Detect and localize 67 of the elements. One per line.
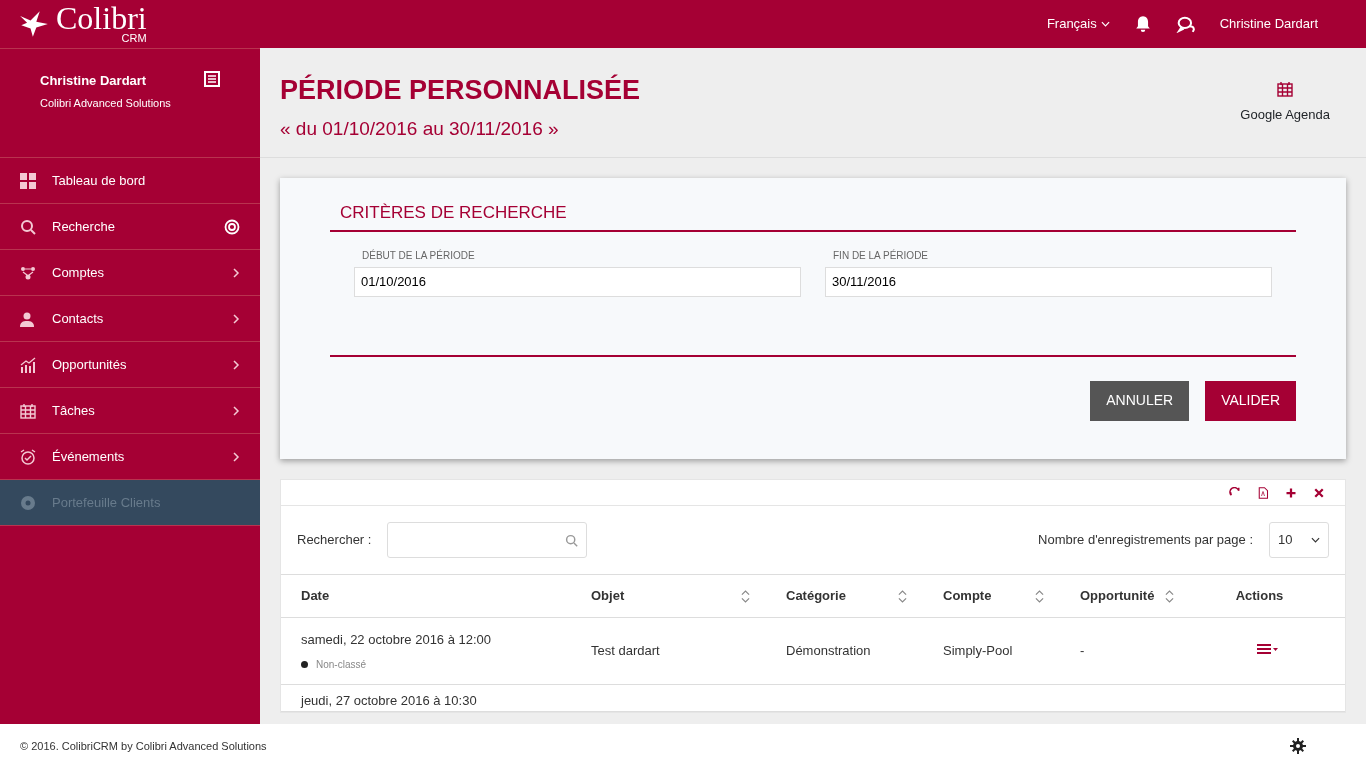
profile-name: Christine Dardart: [40, 72, 148, 90]
bar-chart-icon: [20, 356, 36, 373]
search-field[interactable]: [387, 522, 588, 558]
chevron-right-icon: [232, 313, 240, 324]
actions-menu-icon[interactable]: [1256, 643, 1279, 656]
target-icon: [224, 218, 240, 235]
column-header: Actions: [1235, 587, 1284, 606]
column-header[interactable]: Compte: [943, 586, 1035, 606]
sort-icon[interactable]: [898, 589, 907, 603]
plus-icon[interactable]: [1285, 486, 1297, 499]
date-input-field[interactable]: 30/11/2016: [825, 266, 1272, 297]
cancel-button[interactable]: ANNULER: [1090, 380, 1190, 421]
chevron-down-icon: [1100, 20, 1110, 28]
search-icon: [565, 533, 579, 547]
submit-button[interactable]: VALIDER: [1205, 380, 1296, 421]
page-title: PÉRIODE PERSONNALISÉE: [280, 73, 642, 107]
chevron-down-icon: [1311, 536, 1320, 544]
field-label: DÉBUT DE LA PÉRIODE: [361, 248, 476, 263]
chevron-right-icon: [232, 359, 240, 370]
column-header[interactable]: Opportunité: [1080, 586, 1165, 606]
sidebar-item[interactable]: Comptes: [0, 250, 260, 296]
calendar-icon: [20, 402, 36, 419]
search-icon: [20, 218, 36, 235]
bell-icon[interactable]: [1133, 15, 1152, 33]
language-dropdown[interactable]: Français: [1046, 14, 1110, 34]
column-header[interactable]: Catégorie: [786, 586, 898, 606]
sidebar-item[interactable]: Recherche: [0, 204, 260, 250]
sidebar-item[interactable]: Tableau de bord: [0, 158, 260, 204]
pdf-file-icon[interactable]: [1257, 486, 1269, 499]
date-range-subtitle: « du 01/10/2016 au 30/11/2016 »: [280, 116, 560, 141]
table-cell-text: jeudi, 27 octobre 2016 à 10:30: [301, 692, 478, 710]
chevron-right-icon: [232, 267, 240, 278]
profile-card-icon[interactable]: [204, 71, 220, 87]
table-cell: Simply-Pool: [943, 643, 1013, 659]
alarm-clock-icon: [20, 448, 36, 465]
table-cell: Démonstration: [786, 643, 871, 659]
section-title: CRITÈRES DE RECHERCHE: [330, 200, 1296, 232]
chevron-right-icon: [232, 451, 240, 462]
table-cell-text: samedi, 22 octobre 2016 à 12:00: [301, 630, 493, 649]
field-label: FIN DE LA PÉRIODE: [832, 248, 930, 263]
settings-icon[interactable]: [1290, 738, 1306, 754]
copyright-text: © 2016. ColibriCRM by Colibri Advanced Solutions: [20, 738, 267, 754]
user-name-link[interactable]: Christine Dardart: [1219, 14, 1318, 34]
calendar-icon: [1277, 80, 1294, 97]
colibricrm-link[interactable]: ColibriCRM: [61, 739, 118, 752]
column-header[interactable]: Objet: [591, 586, 741, 606]
grid-icon: [20, 172, 36, 189]
google-agenda-link[interactable]: Google Agenda: [1240, 80, 1330, 125]
chat-bubbles-icon[interactable]: [1175, 15, 1196, 33]
close-icon[interactable]: [1313, 486, 1325, 499]
table-cell: Test dardart: [591, 643, 660, 659]
sidebar-item[interactable]: Tâches: [0, 388, 260, 434]
sidebar-item[interactable]: Contacts: [0, 296, 260, 342]
page-size-label: Nombre d'enregistrements par page :: [1038, 531, 1253, 550]
column-header: Date: [301, 587, 331, 606]
date-input-field[interactable]: 01/10/2016: [354, 266, 801, 297]
category-tag: Non-classé: [316, 657, 367, 673]
chevron-right-icon: [232, 405, 240, 416]
sort-icon[interactable]: [1165, 589, 1174, 603]
company-link[interactable]: Colibri Advanced Solutions: [135, 739, 267, 752]
sort-icon[interactable]: [1035, 589, 1044, 603]
search-label: Rechercher :: [297, 531, 372, 550]
sort-icon[interactable]: [741, 589, 750, 603]
sidebar-item[interactable]: Opportunités: [0, 342, 260, 388]
table-cell: -: [1080, 643, 1085, 659]
page-size-select[interactable]: 10: [1269, 522, 1329, 558]
profile-company: Colibri Advanced Solutions: [40, 95, 172, 111]
